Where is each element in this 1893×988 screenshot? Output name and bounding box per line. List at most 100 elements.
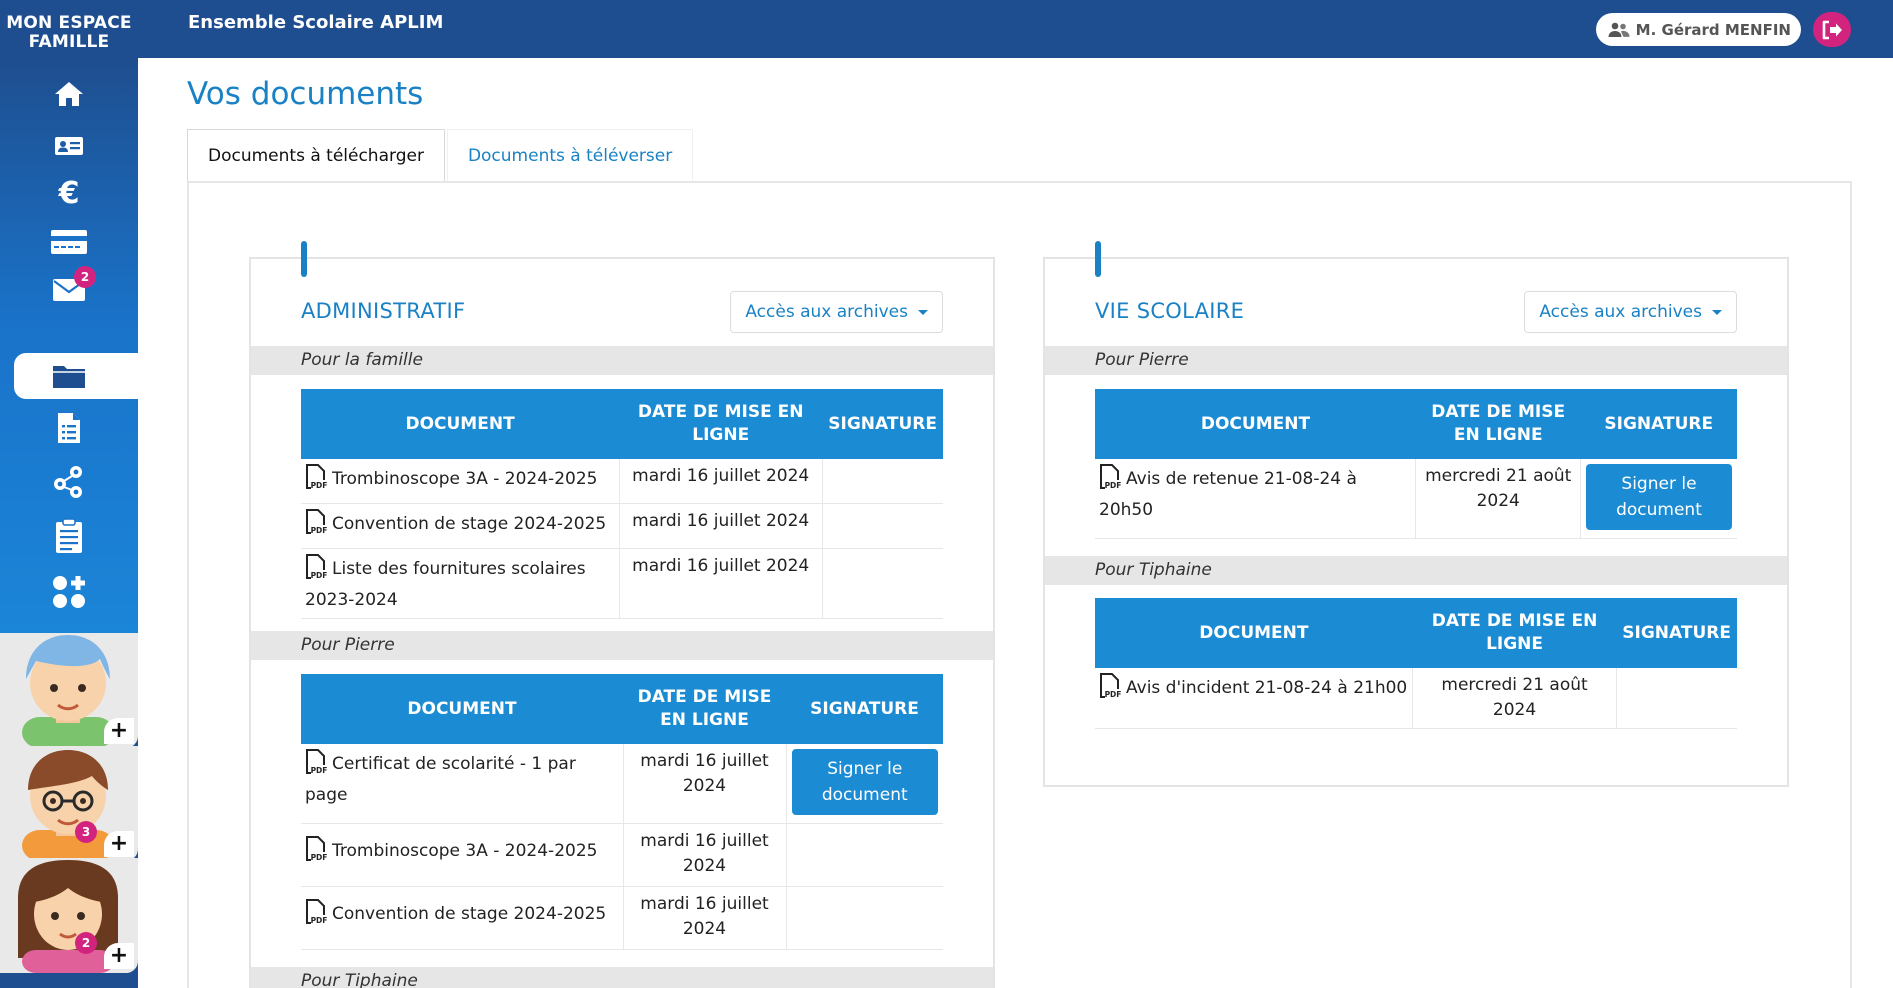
- doc-link[interactable]: Liste des fournitures scolaires 2023-202…: [305, 559, 586, 610]
- svg-text:PDF: PDF: [311, 916, 327, 925]
- sign-document-button[interactable]: Signer le document: [1585, 464, 1732, 530]
- table-row: PDF Liste des fournitures scolaires 2023-…: [301, 548, 943, 619]
- doc-link[interactable]: Convention de stage 2024-2025: [332, 514, 606, 534]
- doc-link[interactable]: Trombinoscope 3A - 2024-2025: [332, 841, 597, 861]
- group-icon: [54, 466, 82, 498]
- child-badge: 3: [75, 821, 97, 843]
- child-badge: 2: [75, 932, 97, 954]
- archives-dropdown[interactable]: Accès aux archives: [1524, 291, 1737, 333]
- sidebar-item-payments[interactable]: €: [44, 172, 94, 212]
- doc-link[interactable]: Certificat de scolarité - 1 par page: [305, 754, 576, 805]
- column-header-document: DOCUMENT: [301, 389, 620, 459]
- document-icon: [58, 413, 80, 443]
- table-row: PDF Convention de stage 2024-2025 mardi 1…: [301, 886, 943, 950]
- apps-plus-icon: [53, 576, 85, 608]
- pdf-icon: PDF: [1099, 673, 1121, 707]
- home-icon: [55, 82, 83, 106]
- doc-cell[interactable]: PDF Convention de stage 2024-2025: [301, 503, 620, 549]
- signature-cell: Signer le document: [786, 744, 943, 824]
- pdf-icon: PDF: [305, 898, 327, 933]
- table-header-row: DOCUMENT DATE DE MISE EN LIGNE SIGNATURE: [1095, 389, 1737, 459]
- column-header-date: DATE DE MISE EN LIGNE: [1412, 598, 1617, 668]
- doc-cell[interactable]: PDF Avis d'incident 21-08-24 à 21h00: [1095, 668, 1414, 729]
- date-cell: mardi 16 juillet 2024: [619, 503, 823, 549]
- pdf-icon: PDF: [1099, 464, 1121, 498]
- card-accent: [301, 241, 307, 277]
- brand-line-2: FAMILLE: [28, 32, 110, 52]
- child-add-button[interactable]: +: [104, 943, 134, 969]
- column-header-date: DATE DE MISE EN LIGNE: [619, 389, 823, 459]
- child-avatar-1[interactable]: +: [0, 633, 138, 748]
- signature-cell: [1616, 668, 1737, 729]
- doc-link[interactable]: Trombinoscope 3A - 2024-2025: [332, 469, 597, 489]
- sidebar: € 2 + 3 + 2 +: [0, 58, 138, 988]
- doc-cell[interactable]: PDF Avis de retenue 21-08-24 à 20h50: [1095, 459, 1417, 539]
- sidebar-item-more-apps[interactable]: [44, 572, 94, 612]
- column-header-document: DOCUMENT: [1095, 389, 1416, 459]
- date-cell: mercredi 21 août 2024: [1412, 668, 1617, 729]
- euro-icon: €: [58, 176, 80, 208]
- date-cell: mardi 16 juillet 2024: [619, 548, 823, 619]
- sidebar-item-messages[interactable]: 2: [44, 266, 96, 310]
- child-avatar-3[interactable]: 2 +: [0, 858, 138, 973]
- column-header-document: DOCUMENT: [1095, 598, 1413, 668]
- group-header: Pour Pierre: [251, 631, 993, 660]
- signature-cell: [822, 503, 943, 549]
- doc-cell[interactable]: PDF Trombinoscope 3A - 2024-2025: [301, 823, 624, 887]
- brand-logo[interactable]: MON ESPACE FAMILLE: [0, 0, 138, 58]
- sign-document-button[interactable]: Signer le document: [791, 749, 938, 815]
- logout-icon: [1822, 20, 1842, 39]
- sidebar-item-community[interactable]: [44, 462, 94, 502]
- archives-label: Accès aux archives: [745, 302, 908, 322]
- doc-cell[interactable]: PDF Liste des fournitures scolaires 2023-…: [301, 548, 620, 619]
- page-title: Vos documents: [187, 76, 424, 112]
- svg-text:PDF: PDF: [311, 766, 327, 775]
- signature-cell: [786, 886, 943, 950]
- sidebar-item-home[interactable]: [44, 74, 94, 114]
- brand-line-1: MON ESPACE: [6, 13, 132, 33]
- column-header-date: DATE DE MISE EN LIGNE: [1415, 389, 1581, 459]
- sidebar-item-cards[interactable]: [44, 222, 94, 262]
- sidebar-item-forms[interactable]: [44, 408, 94, 448]
- doc-link[interactable]: Convention de stage 2024-2025: [332, 904, 606, 924]
- user-name: M. Gérard MENFIN: [1635, 20, 1791, 39]
- table-row: PDF Certificat de scolarité - 1 par page …: [301, 744, 943, 824]
- doc-cell[interactable]: PDF Trombinoscope 3A - 2024-2025: [301, 459, 620, 504]
- child-add-button[interactable]: +: [104, 831, 134, 857]
- chevron-down-icon: [918, 309, 928, 315]
- date-cell: mardi 16 juillet 2024: [623, 886, 787, 950]
- date-cell: mardi 16 juillet 2024: [619, 459, 823, 504]
- sidebar-item-identity[interactable]: [44, 126, 94, 166]
- doc-link[interactable]: Avis de retenue 21-08-24 à 20h50: [1099, 469, 1357, 520]
- table-row: PDF Trombinoscope 3A - 2024-2025 mardi 16…: [301, 823, 943, 887]
- child-avatar-2[interactable]: 3 +: [0, 746, 138, 861]
- logout-button[interactable]: [1813, 12, 1851, 47]
- archives-label: Accès aux archives: [1539, 302, 1702, 322]
- users-icon: [1608, 22, 1630, 37]
- sidebar-item-checklist[interactable]: [44, 516, 94, 556]
- column-header-signature: SIGNATURE: [786, 674, 943, 744]
- documents-table: DOCUMENT DATE DE MISE EN LIGNE SIGNATURE…: [1095, 389, 1737, 539]
- documents-table: DOCUMENT DATE DE MISE EN LIGNE SIGNATURE…: [1095, 598, 1737, 729]
- doc-cell[interactable]: PDF Certificat de scolarité - 1 par page: [301, 744, 624, 824]
- card-vie-scolaire: VIE SCOLAIRE Accès aux archives Pour Pie…: [1043, 241, 1789, 787]
- card-accent: [1095, 241, 1101, 277]
- tab-download[interactable]: Documents à télécharger: [187, 129, 445, 182]
- sidebar-item-documents-icon-wrap[interactable]: [44, 356, 94, 396]
- column-header-document: DOCUMENT: [301, 674, 623, 744]
- card-title: VIE SCOLAIRE: [1095, 299, 1245, 323]
- doc-cell[interactable]: PDF Convention de stage 2024-2025: [301, 886, 624, 950]
- child-add-button[interactable]: +: [104, 718, 134, 744]
- user-menu-button[interactable]: M. Gérard MENFIN: [1595, 13, 1801, 46]
- group-header: Pour Tiphaine: [1045, 556, 1787, 585]
- tab-upload[interactable]: Documents à téléverser: [446, 129, 694, 182]
- archives-dropdown[interactable]: Accès aux archives: [730, 291, 943, 333]
- date-cell: mardi 16 juillet 2024: [623, 823, 787, 887]
- credit-card-icon: [51, 230, 87, 254]
- column-header-signature: SIGNATURE: [1580, 389, 1737, 459]
- doc-link[interactable]: Avis d'incident 21-08-24 à 21h00: [1126, 678, 1407, 698]
- column-header-date: DATE DE MISE EN LIGNE: [623, 674, 786, 744]
- pdf-icon: PDF: [305, 554, 327, 588]
- svg-text:PDF: PDF: [311, 526, 327, 535]
- pdf-icon: PDF: [305, 835, 327, 870]
